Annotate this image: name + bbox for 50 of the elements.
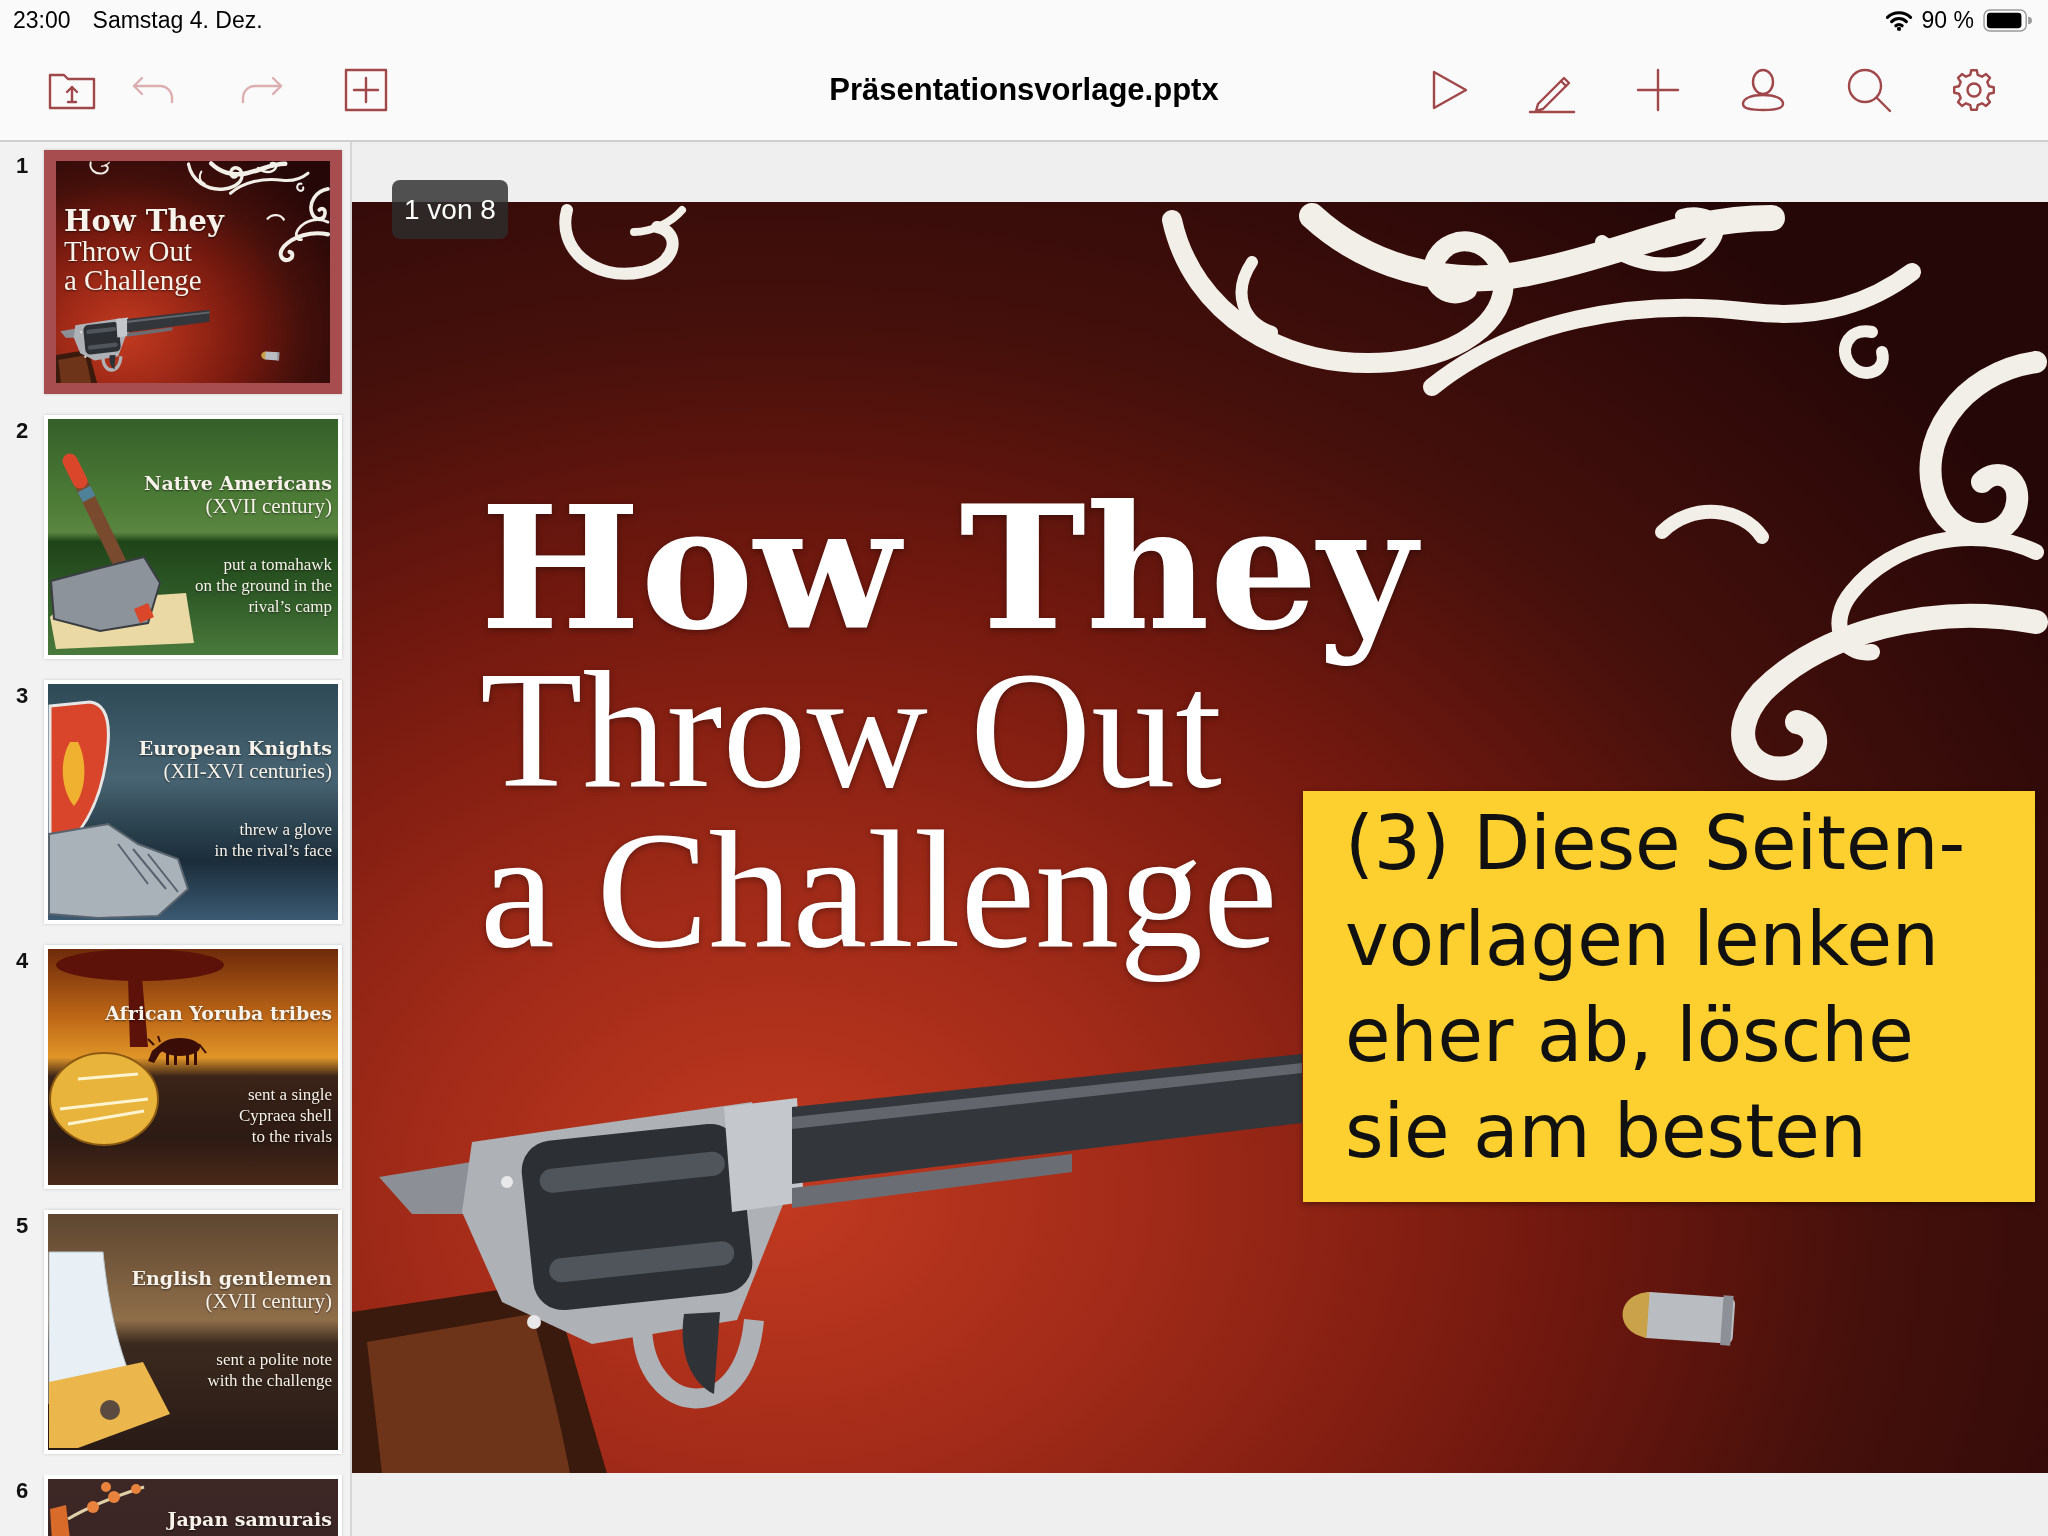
battery-icon <box>1983 8 2033 32</box>
play-button[interactable] <box>1432 70 1468 110</box>
slide-thumbnail[interactable]: European Knights (XII-XVI centuries) threw a glove in the rival’s face <box>44 680 342 924</box>
slide-number: 2 <box>16 418 29 443</box>
settings-icon <box>1952 68 1996 112</box>
thumbnail-subtitle: (XII-XVI centuries) <box>163 760 332 782</box>
date-text: Samstag 4. Dez. <box>92 6 263 34</box>
slide-counter: 1 von 8 <box>392 180 508 239</box>
square-plus-icon <box>344 68 388 112</box>
slide-number: 4 <box>16 948 29 973</box>
thumbnail-text: put a tomahawk on the ground in the rival’s camp <box>195 554 332 617</box>
thumbnail-title: How They <box>64 205 224 237</box>
collaborate-button[interactable] <box>1740 68 1786 112</box>
thumbnail-text: sent a single Cypraea shell to the rivals <box>239 1084 332 1147</box>
document-title: Präsentationsvorlage.pptx <box>829 72 1219 108</box>
slide-thumbnail[interactable]: Japan samurais <box>44 1475 342 1536</box>
thumbnail-title: African Yoruba tribes <box>105 1001 332 1025</box>
play-icon <box>1432 70 1468 110</box>
thumbnail-text: sent a polite note with the challenge <box>207 1349 332 1391</box>
add-slide-button[interactable] <box>344 68 388 112</box>
clock-time: 23:00 <box>13 6 71 34</box>
person-icon <box>1740 68 1786 112</box>
wifi-icon <box>1884 9 1913 31</box>
animal-drawing <box>147 1035 207 1065</box>
plus-icon <box>1636 68 1680 112</box>
slide-subtitle: Throw Out a Challenge <box>480 649 1278 984</box>
handwritten-note-text: (3) Diese Seiten- vorlagen lenken eher ab, lösche sie am besten <box>1345 799 1966 1176</box>
ornament-drawing <box>89 161 110 175</box>
thumbnail-subtitle: (XVII century) <box>205 1290 332 1312</box>
slide-thumbnail[interactable]: African Yoruba tribes sent a single Cypraea shell to the rivals <box>44 945 342 1189</box>
search-button[interactable] <box>1846 67 1892 113</box>
slide-thumbnail[interactable]: How They Throw Out a Challenge <box>44 150 342 394</box>
thumbnail-title: Japan samurais <box>167 1507 332 1531</box>
slide-number: 6 <box>16 1478 29 1503</box>
thumbnail-text: threw a glove in the rival’s face <box>214 819 332 861</box>
slide-number: 5 <box>16 1213 29 1238</box>
thumbnail-title: Native Americans <box>144 471 332 495</box>
battery-percentage: 90 % <box>1921 6 1974 34</box>
thumbnail-subtitle: (XVII century) <box>205 495 332 517</box>
slide-number: 3 <box>16 683 29 708</box>
slide-number: 1 <box>16 153 29 178</box>
slide-thumbnail[interactable]: Native Americans (XVII century) put a tomahawk on the ground in the rival’s camp <box>44 415 342 659</box>
slide-thumbnail[interactable]: English gentlemen (XVII century) sent a polite note with the challenge <box>44 1210 342 1454</box>
thumbnail-title: English gentlemen <box>131 1266 332 1290</box>
thumbnail-title: European Knights <box>138 736 332 760</box>
bullet-drawing <box>261 351 280 361</box>
settings-button[interactable] <box>1952 68 1996 112</box>
thumbnail-subtitle: Throw Out a Challenge <box>64 237 202 298</box>
search-icon <box>1846 67 1892 113</box>
insert-button[interactable] <box>1636 68 1680 112</box>
